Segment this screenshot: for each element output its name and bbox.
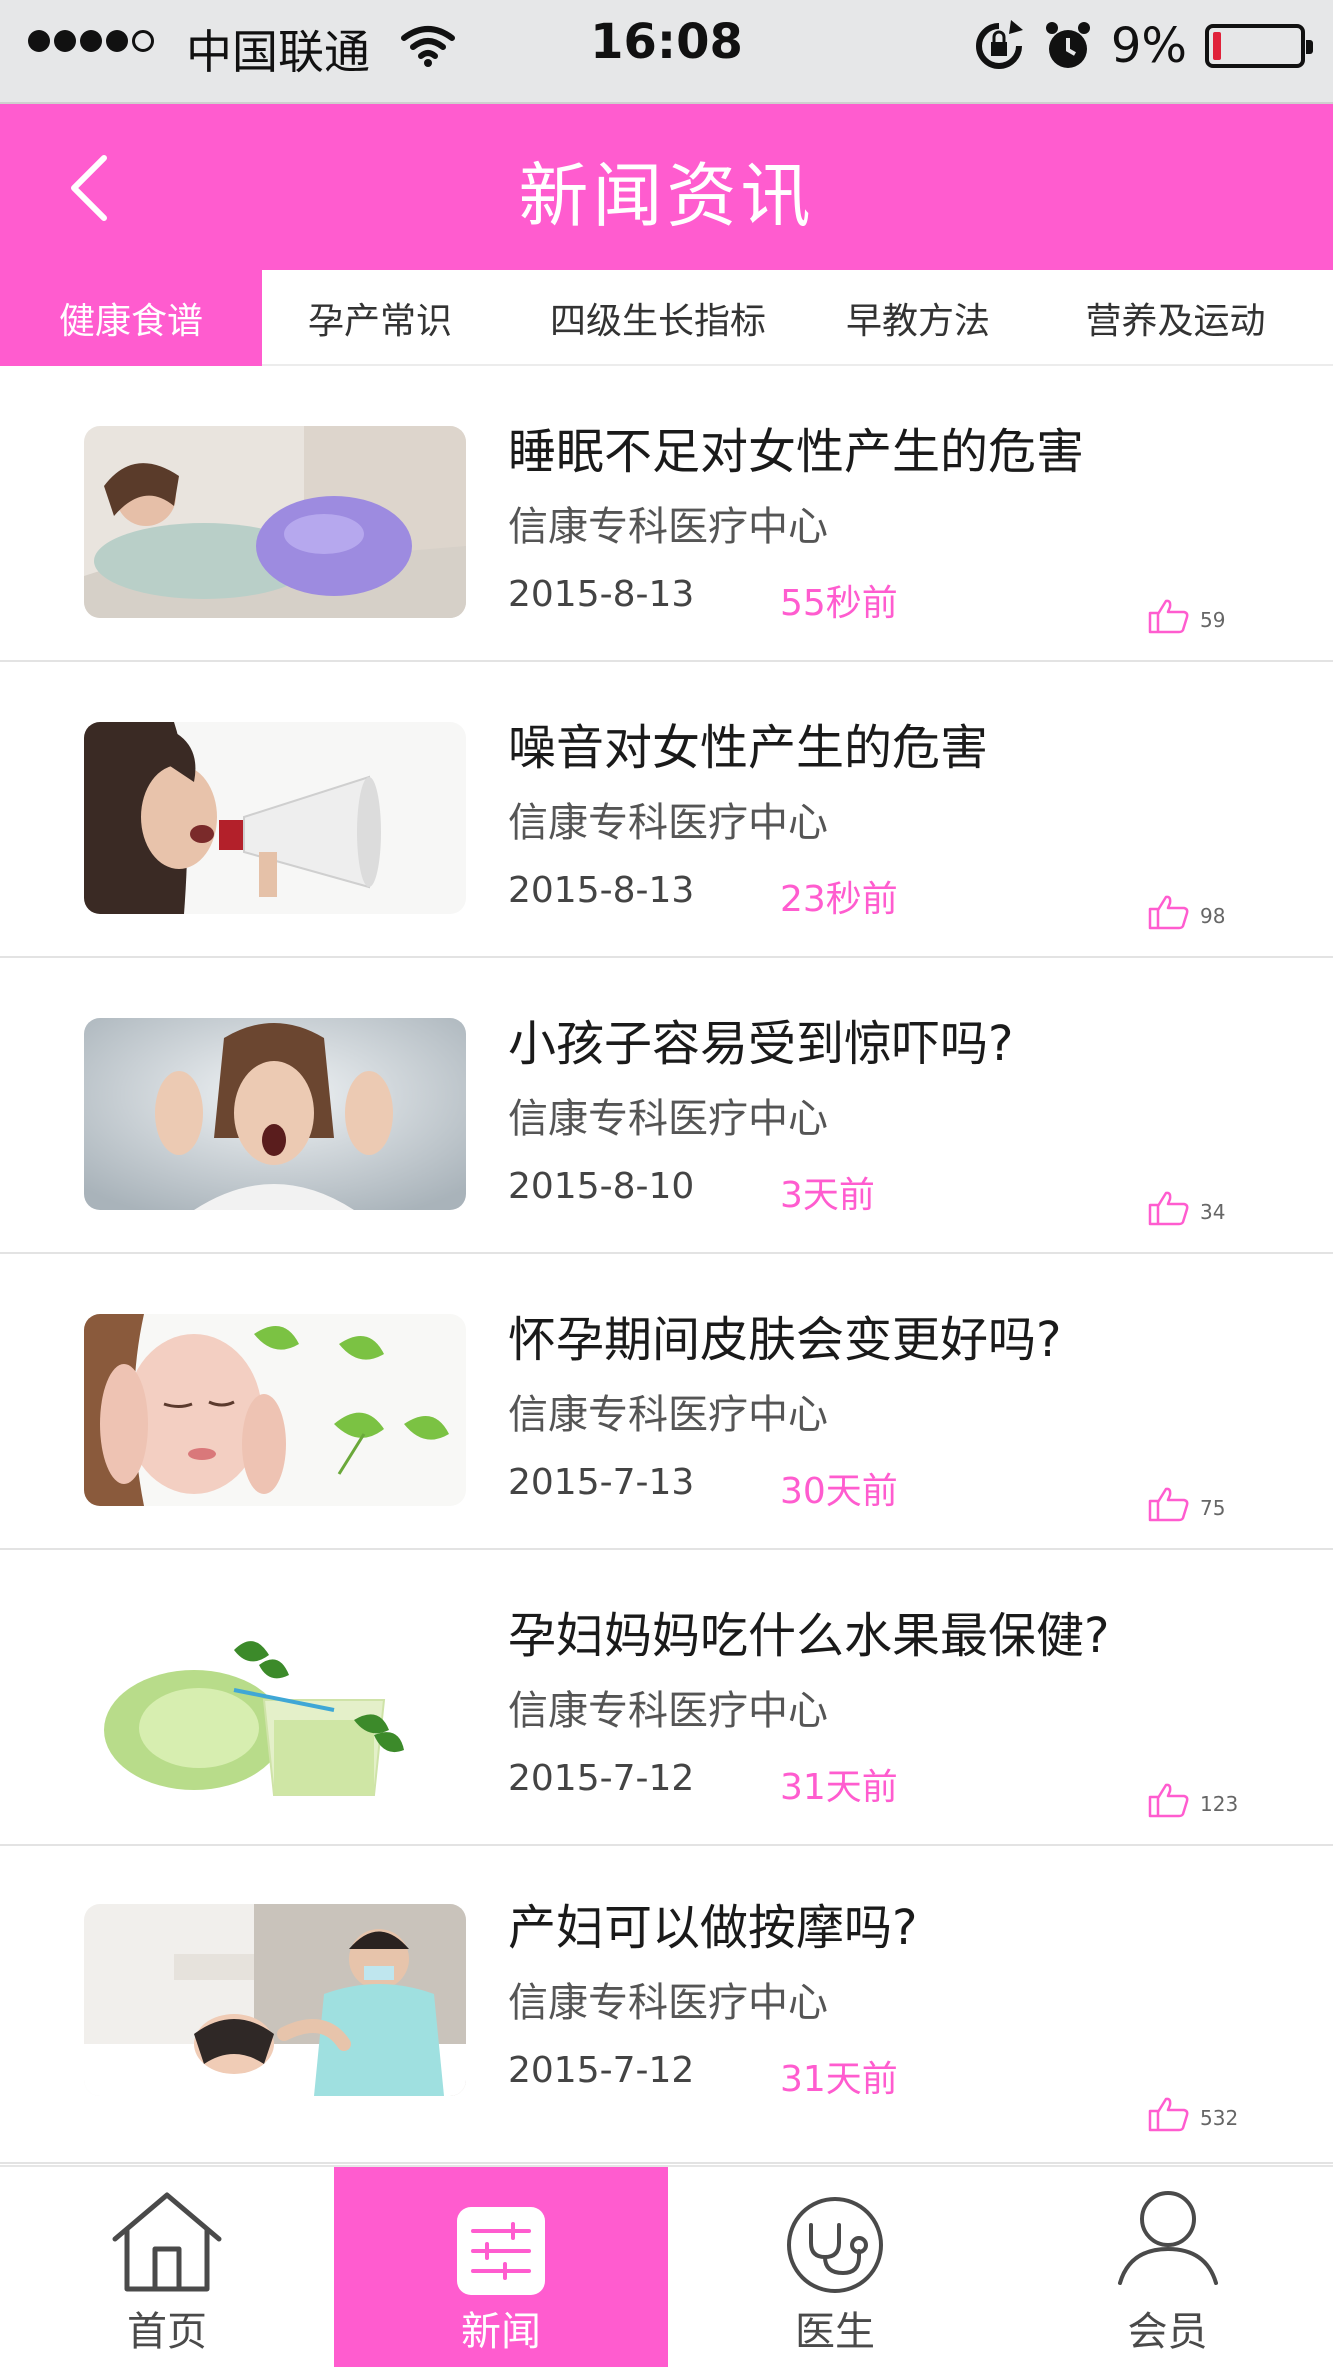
thumbs-up-icon [1148,1487,1189,1522]
article-title[interactable]: 产妇可以做按摩吗? [508,1888,917,1958]
thumbs-up-icon [1148,2097,1189,2132]
article-date: 2015-8-13 [508,574,695,615]
home-icon [112,2192,222,2292]
bottom-tab-bar: 首页 新闻 医生 会员 [0,2165,1333,2367]
tabbar-label: 会员 [1127,2309,1208,2355]
like-button[interactable]: 75 [1148,1486,1225,1522]
like-count: 34 [1200,1200,1226,1224]
article-time-ago: 3天前 [780,1175,875,1216]
thumbs-up-icon [1148,1191,1189,1226]
article-time-ago: 31天前 [780,1767,898,1808]
like-button[interactable]: 59 [1148,598,1225,634]
article-thumbnail [84,1610,466,1802]
article-title[interactable]: 小孩子容易受到惊吓吗? [508,1004,1013,1074]
like-button[interactable]: 34 [1148,1190,1225,1226]
article-title[interactable]: 睡眠不足对女性产生的危害 [508,412,1084,482]
rotation-lock-icon [975,20,1023,69]
article-thumbnail [84,1018,466,1210]
like-button[interactable]: 123 [1148,1782,1238,1818]
article-source: 信康专科医疗中心 [508,504,828,550]
tab-early-education[interactable]: 早教方法 [818,270,1018,366]
article-date: 2015-8-13 [508,870,695,911]
alarm-icon [1045,22,1090,68]
article-time-ago: 55秒前 [780,583,898,624]
tabbar-item-member[interactable]: 会员 [1002,2167,1333,2367]
page-title: 新闻资讯 [518,155,815,237]
like-button[interactable]: 98 [1148,894,1225,930]
article-date: 2015-7-12 [508,1758,695,1799]
like-count: 75 [1200,1496,1226,1520]
thumbs-up-icon [1148,599,1189,634]
battery-percentage: 9% [1110,18,1187,74]
like-count: 98 [1200,904,1226,928]
tabbar-item-home[interactable]: 首页 [0,2167,334,2367]
article-thumbnail [84,1314,466,1506]
article-source: 信康专科医疗中心 [508,1980,828,2026]
article-title[interactable]: 怀孕期间皮肤会变更好吗? [508,1300,1061,1370]
article-item[interactable]: 噪音对女性产生的危害 信康专科医疗中心 2015-8-13 23秒前 98 [0,662,1333,958]
stethoscope-icon [787,2197,883,2293]
article-thumbnail [84,1904,466,2096]
like-count: 123 [1200,1792,1239,1816]
tab-nutrition-exercise[interactable]: 营养及运动 [1018,270,1333,366]
tab-healthy-recipes[interactable]: 健康食谱 [0,270,262,366]
article-time-ago: 30天前 [780,1471,898,1512]
user-icon [1117,2191,1218,2285]
nav-bar: 新闻资讯 [0,104,1333,270]
article-title[interactable]: 孕妇妈妈吃什么水果最保健? [508,1596,1109,1666]
tabbar-label: 首页 [127,2309,207,2355]
battery-icon [1205,24,1313,68]
tab-pregnancy-knowledge[interactable]: 孕产常识 [262,270,498,366]
article-item[interactable]: 睡眠不足对女性产生的危害 信康专科医疗中心 2015-8-13 55秒前 59 [0,366,1333,662]
article-date: 2015-7-12 [508,2050,695,2091]
thumbs-up-icon [1148,895,1189,930]
thumbs-up-icon [1148,1783,1189,1818]
article-source: 信康专科医疗中心 [508,1688,828,1734]
tab-growth-indicators[interactable]: 四级生长指标 [498,270,818,366]
like-count: 59 [1200,608,1226,632]
article-title[interactable]: 噪音对女性产生的危害 [508,708,988,778]
article-time-ago: 31天前 [780,2059,898,2100]
tabbar-label: 医生 [795,2309,875,2355]
news-icon [457,2207,545,2295]
article-source: 信康专科医疗中心 [508,800,828,846]
tabbar-item-news[interactable]: 新闻 [334,2167,668,2367]
article-item[interactable]: 产妇可以做按摩吗? 信康专科医疗中心 2015-7-12 31天前 532 [0,1846,1333,2164]
article-thumbnail [84,426,466,618]
article-item[interactable]: 孕妇妈妈吃什么水果最保健? 信康专科医疗中心 2015-7-12 31天前 12… [0,1550,1333,1846]
article-source: 信康专科医疗中心 [508,1392,828,1438]
tabbar-item-doctor[interactable]: 医生 [668,2167,1002,2367]
tabbar-label: 新闻 [461,2309,541,2355]
like-count: 532 [1200,2106,1239,2130]
article-item[interactable]: 怀孕期间皮肤会变更好吗? 信康专科医疗中心 2015-7-13 30天前 75 [0,1254,1333,1550]
battery-level [1213,32,1221,60]
article-date: 2015-7-13 [508,1462,695,1503]
article-thumbnail [84,722,466,914]
category-tabs: 健康食谱 孕产常识 四级生长指标 早教方法 营养及运动 [0,270,1333,366]
like-button[interactable]: 532 [1148,2096,1238,2132]
article-time-ago: 23秒前 [780,879,898,920]
article-item[interactable]: 小孩子容易受到惊吓吗? 信康专科医疗中心 2015-8-10 3天前 34 [0,958,1333,1254]
article-source: 信康专科医疗中心 [508,1096,828,1142]
article-date: 2015-8-10 [508,1166,695,1207]
status-bar: 中国联通 16:08 9% [0,0,1333,104]
